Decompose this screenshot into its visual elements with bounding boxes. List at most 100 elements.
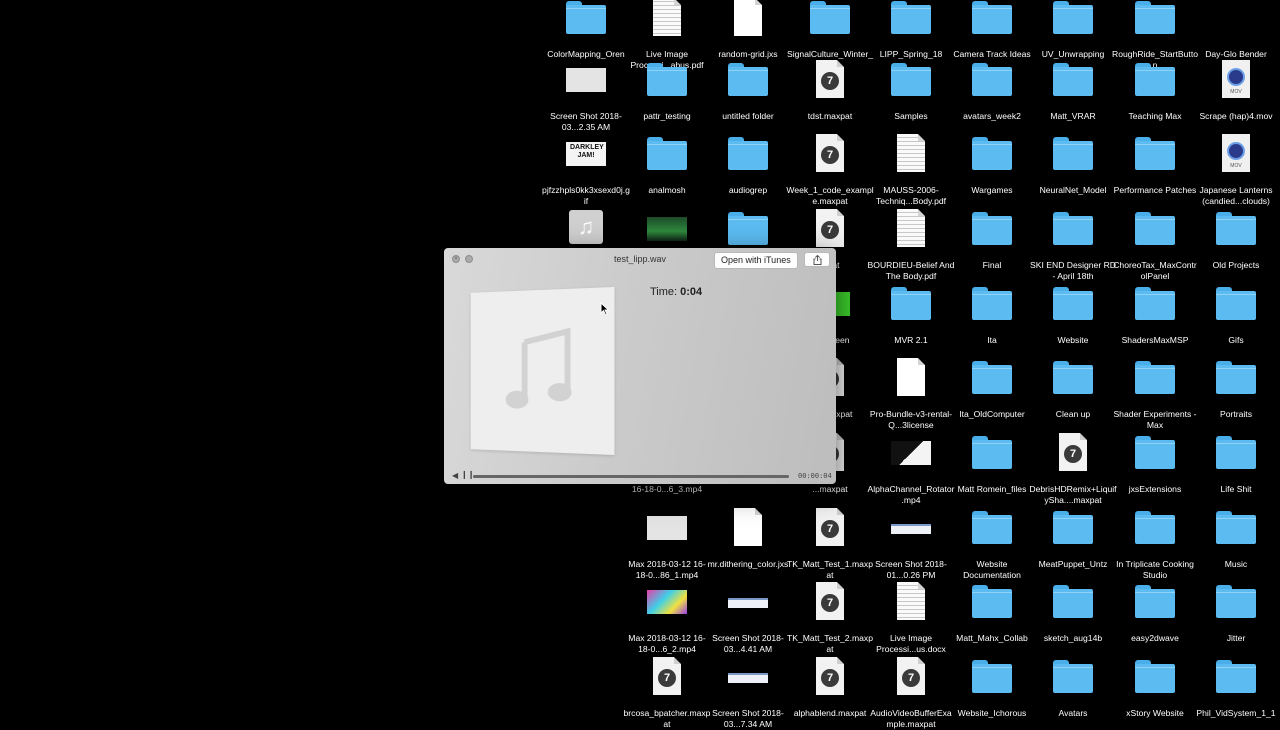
desktop-item-label: 16-18-0...6_3.mp4	[631, 484, 703, 494]
desktop-item-label: Week_1_code_example.maxpat	[786, 185, 874, 206]
desktop-item[interactable]: avatars_week2	[952, 58, 1032, 133]
desktop-item[interactable]: MOV Japanese Lanterns (candied...clouds)	[1196, 132, 1276, 207]
desktop-item-label: AlphaChannel_Rotator.mp4	[867, 484, 955, 505]
desktop-item[interactable]: Portraits	[1196, 356, 1276, 431]
desktop-item[interactable]: In Triplicate Cooking Studio	[1115, 506, 1195, 581]
desktop-item[interactable]: jxsExtensions	[1115, 431, 1195, 506]
desktop-item[interactable]: audiogrep	[708, 132, 788, 207]
desktop-item[interactable]: AlphaChannel_Rotator.mp4	[868, 431, 954, 506]
desktop-item[interactable]: easy2dwave	[1115, 580, 1195, 655]
desktop-item-label: Website Documentation	[963, 559, 1021, 580]
desktop-item[interactable]: Pro-Bundle-v3-rental-Q...3license	[870, 356, 952, 431]
desktop-item[interactable]: Max 2018-03-12 16-18-0...86_1.mp4	[627, 506, 707, 581]
desktop-item[interactable]: MeatPuppet_Untz	[1033, 506, 1113, 581]
play-icon[interactable]: ◀	[452, 471, 458, 480]
time-display: Time: 0:04	[650, 286, 702, 298]
desktop-item[interactable]: Gifs	[1196, 282, 1276, 357]
desktop-item[interactable]: Shader Experiments - Max	[1113, 356, 1197, 431]
desktop-item[interactable]: sketch_aug14b	[1033, 580, 1113, 655]
desktop-item[interactable]: 7 TK_Matt_Test_1.maxpat	[787, 506, 873, 581]
folder-icon	[1132, 506, 1178, 552]
desktop-item[interactable]: Ita	[952, 282, 1032, 357]
desktop-item[interactable]: Wargames	[952, 132, 1032, 207]
desktop-item[interactable]: SKI END Designer RD - April 18th	[1030, 207, 1116, 282]
folder-icon	[1213, 431, 1259, 477]
desktop-item[interactable]: Max 2018-03-12 16-18-0...6_2.mp4	[627, 580, 707, 655]
desktop-item[interactable]: Matt Romein_files	[952, 431, 1032, 506]
desktop-item[interactable]: BOURDIEU-Belief And The Body.pdf	[868, 207, 954, 282]
desktop-item[interactable]: ChoreoTax_MaxControlPanel	[1113, 207, 1197, 282]
folder-icon	[807, 0, 853, 42]
desktop-item[interactable]: Screen Shot 2018-03...7.34 AM	[708, 655, 788, 730]
desktop-item[interactable]: untitled folder	[708, 58, 788, 133]
desktop-item[interactable]: Matt_Mahx_Collab	[952, 580, 1032, 655]
desktop-item[interactable]: mr.dithering_color.jxs	[708, 506, 788, 581]
document-icon	[644, 0, 690, 42]
desktop-item-label: mr.dithering_color.jxs	[707, 559, 789, 569]
desktop-item[interactable]: Samples	[871, 58, 951, 133]
desktop-item[interactable]: Website Documentation	[952, 506, 1032, 581]
folder-icon	[563, 0, 609, 42]
desktop-item[interactable]: Ita_OldComputer	[952, 356, 1032, 431]
folder-icon	[969, 207, 1015, 253]
desktop-item[interactable]: Matt_VRAR	[1033, 58, 1113, 133]
desktop-item[interactable]: Teaching Max	[1115, 58, 1195, 133]
desktop-item[interactable]: ShadersMaxMSP	[1115, 282, 1195, 357]
desktop-item[interactable]: Phil_VidSystem_1_1	[1196, 655, 1276, 730]
desktop-item[interactable]: Website	[1033, 282, 1113, 357]
image-thumbnail-icon	[725, 580, 771, 626]
desktop-item[interactable]: Final	[952, 207, 1032, 282]
folder-icon	[725, 58, 771, 104]
desktop-item-label: Phil_VidSystem_1_1	[1196, 708, 1276, 718]
folder-icon	[1050, 655, 1096, 701]
maxpat-file-icon: 7	[888, 655, 934, 701]
desktop-item[interactable]: 7 TK_Matt_Test_2.maxpat	[787, 580, 873, 655]
folder-icon	[888, 58, 934, 104]
desktop-item[interactable]: pjfzzhpls0kk3xsexd0j.gif	[542, 132, 630, 207]
desktop-item[interactable]: Screen Shot 2018-01...0.26 PM	[871, 506, 951, 581]
desktop-item-label: Pro-Bundle-v3-rental-Q...3license	[869, 409, 953, 430]
desktop-item[interactable]: Live Image Processi...us.docx	[871, 580, 951, 655]
image-thumbnail-icon	[644, 506, 690, 552]
desktop-item[interactable]: 7 alphablend.maxpat	[790, 655, 870, 730]
desktop-item[interactable]: Jitter	[1196, 580, 1276, 655]
maxpat-file-icon: 7	[807, 655, 853, 701]
image-thumbnail-icon	[725, 655, 771, 701]
desktop-item[interactable]: Avatars	[1033, 655, 1113, 730]
desktop-item-label: Teaching Max	[1128, 111, 1182, 121]
elapsed-time: 00:00:04	[798, 472, 832, 480]
desktop-item[interactable]: pattr_testing	[627, 58, 707, 133]
desktop-item[interactable]: 7 AudioVideoBufferExample.maxpat	[870, 655, 952, 730]
desktop-item[interactable]: Screen Shot 2018-03...4.41 AM	[708, 580, 788, 655]
desktop-item[interactable]: 7 Week_1_code_example.maxpat	[786, 132, 874, 207]
desktop-item-label: Ita	[987, 335, 997, 345]
desktop-item[interactable]: Website_Ichorous	[952, 655, 1032, 730]
desktop-item-label: Ita_OldComputer	[959, 409, 1025, 419]
desktop-item[interactable]: Life Shit	[1196, 431, 1276, 506]
open-with-itunes-button[interactable]: Open with iTunes	[714, 252, 798, 269]
desktop-item[interactable]: Screen Shot 2018-03...2.35 AM	[546, 58, 626, 133]
document-icon	[888, 207, 934, 253]
share-button[interactable]	[804, 252, 830, 267]
desktop-item[interactable]: analmosh	[627, 132, 707, 207]
desktop-item-label: Life Shit	[1220, 484, 1252, 494]
desktop-item[interactable]: Clean up	[1033, 356, 1113, 431]
desktop-item[interactable]: 7 tdst.maxpat	[790, 58, 870, 133]
desktop-item[interactable]: MOV Scrape (hap)4.mov	[1196, 58, 1276, 133]
desktop-item[interactable]: 7 DebrisHDRemix+LiquifySha....maxpat	[1029, 431, 1117, 506]
maxpat-file-icon: 7	[807, 207, 853, 253]
desktop-item[interactable]: NeuralNet_Model	[1033, 132, 1113, 207]
desktop-item-label: Samples	[894, 111, 928, 121]
desktop-item[interactable]: Music	[1196, 506, 1276, 581]
folder-icon	[644, 58, 690, 104]
quicklook-titlebar[interactable]: × test_lipp.wav Open with iTunes	[444, 248, 836, 270]
desktop-item[interactable]: Performance Patches	[1114, 132, 1196, 207]
desktop-item[interactable]: MAUSS-2006-Techniq...Body.pdf	[871, 132, 951, 207]
desktop-item[interactable]: 7 brcosa_bpatcher.maxpat	[624, 655, 710, 730]
folder-icon	[1132, 207, 1178, 253]
progress-bar[interactable]	[473, 475, 789, 478]
desktop-item[interactable]: Old Projects	[1196, 207, 1276, 282]
desktop-item[interactable]: xStory Website	[1115, 655, 1195, 730]
desktop-item[interactable]: MVR 2.1	[871, 282, 951, 357]
folder-icon	[969, 506, 1015, 552]
